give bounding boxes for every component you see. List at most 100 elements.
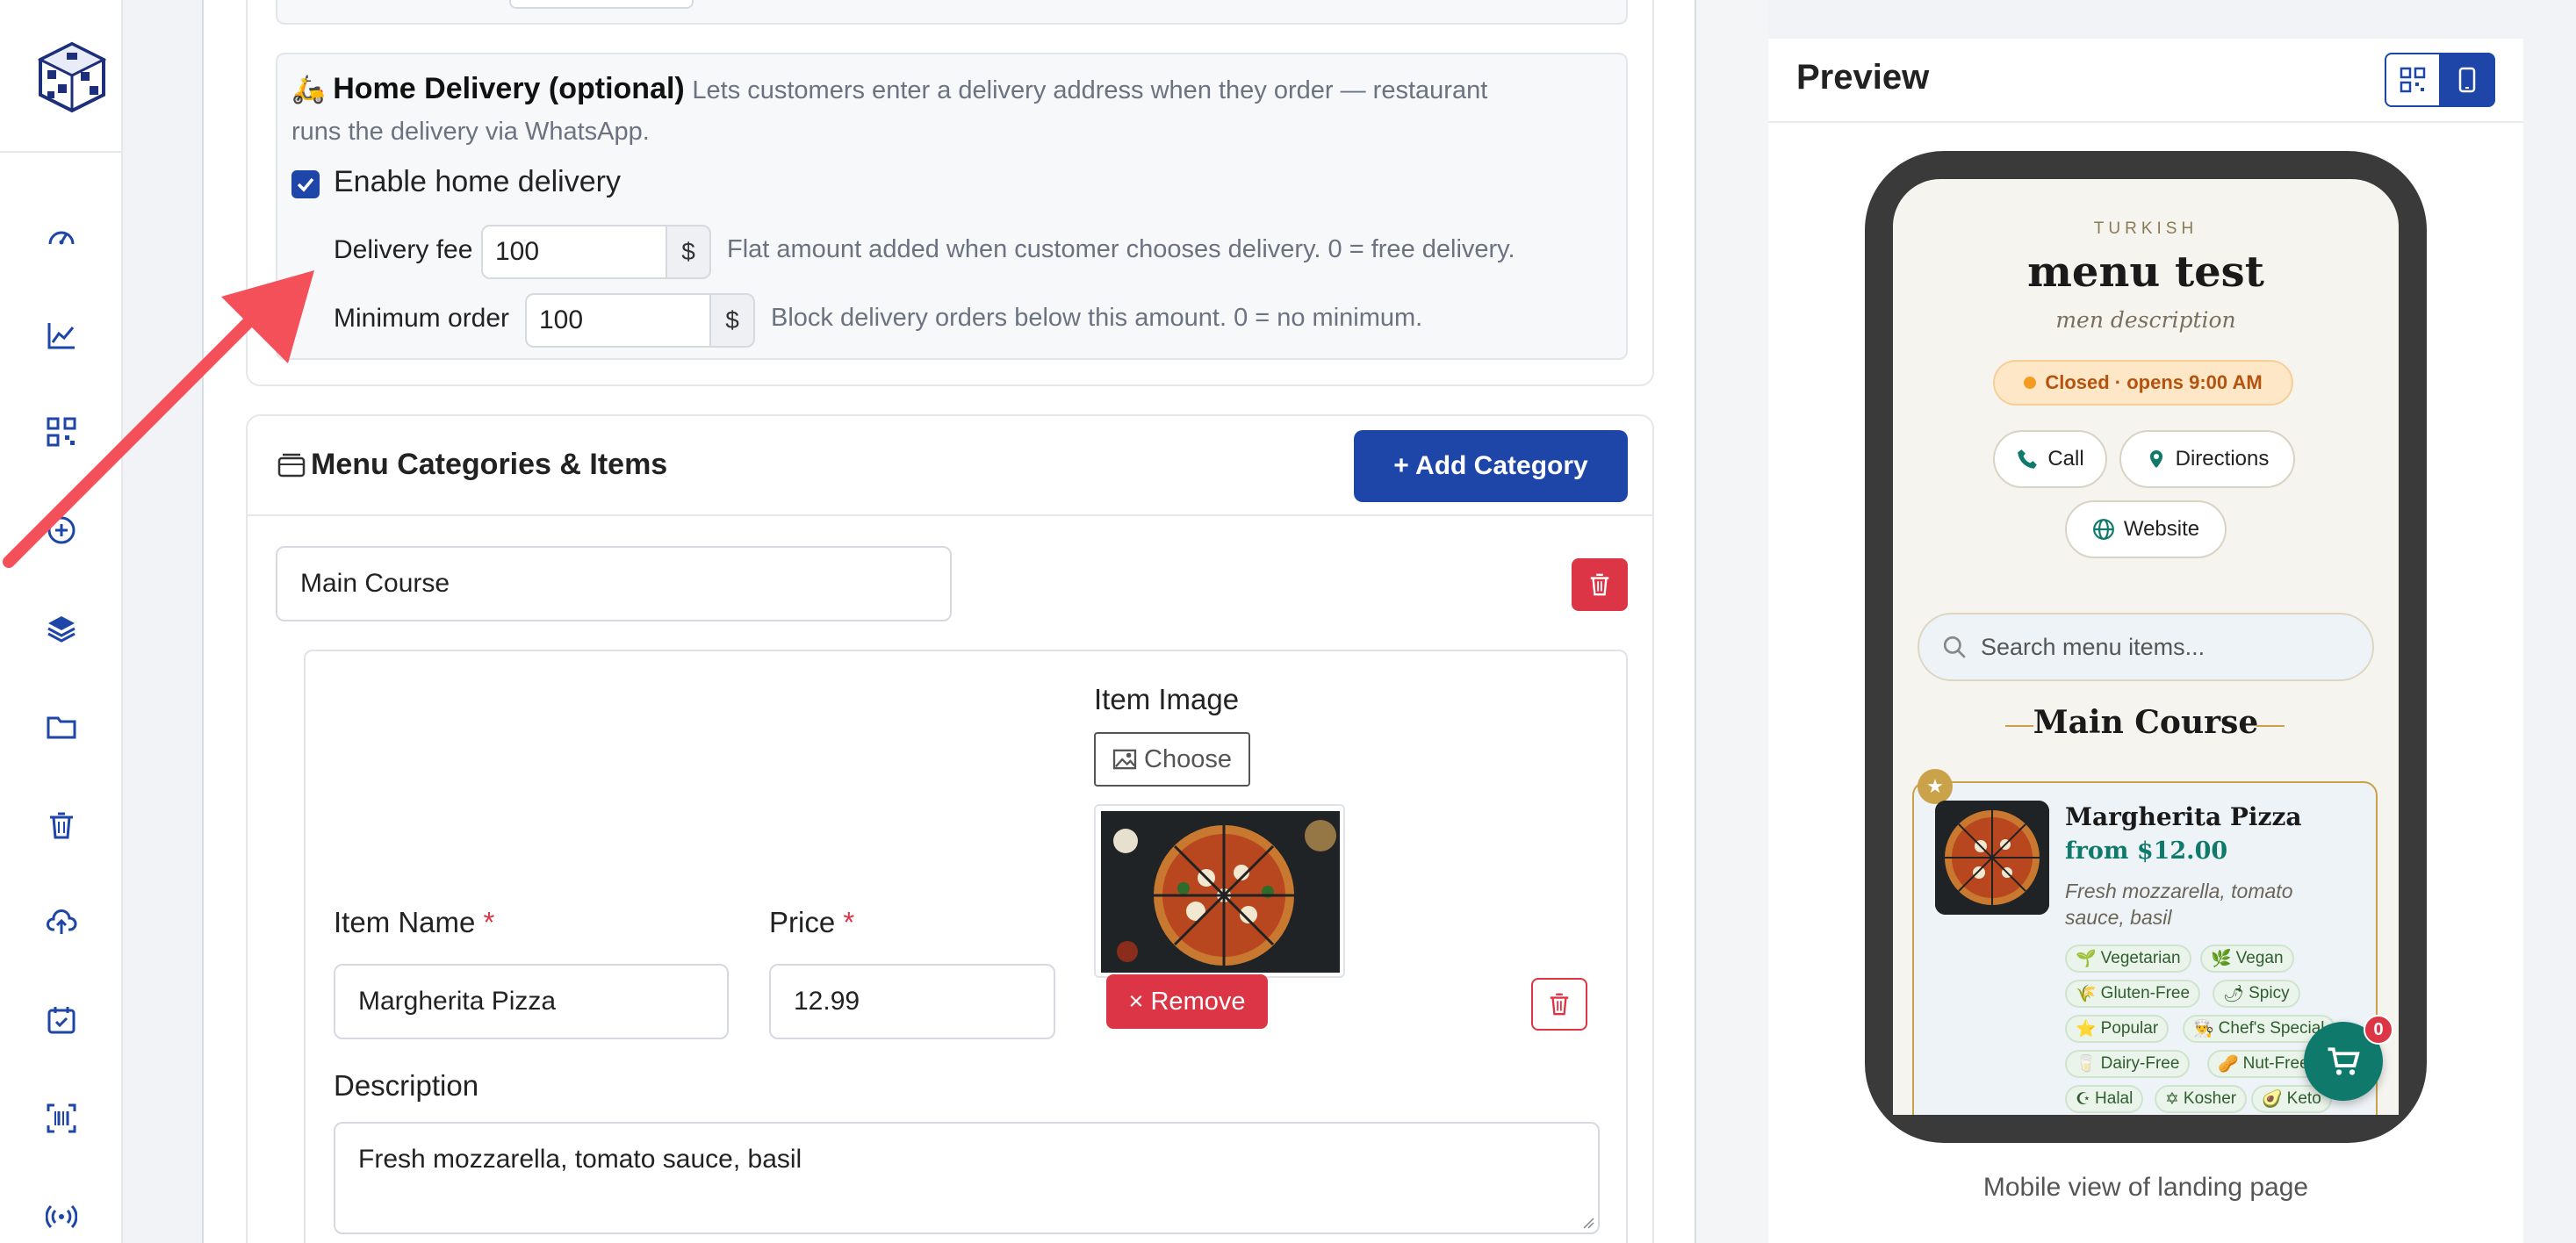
menu-categories-card: Menu Categories & Items + Add Category M… [246,414,1654,1243]
add-category-button[interactable]: + Add Category [1354,430,1628,502]
preview-header: Preview [1768,39,2523,123]
app-logo[interactable] [35,40,109,114]
home-delivery-panel: 🛵 Home Delivery (optional) Lets customer… [276,53,1628,360]
delivery-description-cont: runs the delivery via WhatsApp. [291,118,650,146]
category-name-input[interactable]: Main Course [276,546,952,622]
delete-category-button[interactable] [1572,558,1628,611]
calendar-check-icon[interactable] [39,997,84,1043]
content-gutter [123,0,204,1243]
tag-nut-free: 🥜 Nut-Free [2207,1050,2320,1078]
menu-title: menu test [2027,248,2264,297]
enable-delivery-checkbox[interactable] [291,170,320,198]
tag-kosher: ✡ Kosher [2155,1085,2248,1113]
delivery-description: Lets customers enter a delivery address … [692,76,1488,104]
price-input[interactable]: 12.99 [769,964,1055,1039]
delivery-fee-input[interactable]: 100 [481,225,667,279]
menu-editor: 🛵 Home Delivery (optional) Lets customer… [204,0,1696,1243]
image-icon [1112,749,1137,770]
sidebar-header [0,0,150,153]
item-image-thumbnail [1094,804,1345,978]
menu-description: men description [2055,307,2236,333]
choose-image-button[interactable]: Choose [1094,732,1250,787]
previous-field-input[interactable] [509,0,694,9]
tag-halal: ☪ Halal [2065,1085,2144,1113]
delivery-fee-currency: $ [666,225,711,279]
layers-icon[interactable] [39,606,84,651]
call-button[interactable]: Call [1993,430,2107,488]
trash-icon[interactable] [39,802,84,848]
mobile-view-toggle[interactable] [2439,53,2495,107]
section-divider-right [2256,725,2285,727]
minimum-order-currency: $ [709,293,755,348]
website-button[interactable]: Website [2065,500,2227,558]
preview-item-price: from $12.00 [2065,837,2228,865]
tag-vegetarian: 🌱 Vegetarian [2065,945,2191,973]
map-pin-icon [2149,450,2162,468]
preview-title: Preview [1796,58,1930,97]
required-mark: * [843,906,855,938]
item-name-input[interactable]: Margherita Pizza [334,964,729,1039]
description-textarea[interactable]: Fresh mozzarella, tomato sauce, basil [334,1122,1600,1234]
resize-handle-icon[interactable] [1580,1215,1594,1229]
dashboard-gauge-icon[interactable] [39,214,84,260]
section-heading: Main Course [2033,704,2259,741]
phone-icon [2458,67,2476,93]
previous-field-panel [276,0,1628,25]
item-name-label: Item Name * [334,906,495,938]
sidebar [0,0,150,1243]
price-label: Price * [769,906,855,938]
delete-item-button[interactable] [1531,978,1587,1031]
directions-button[interactable]: Directions [2119,430,2295,488]
remove-image-button[interactable]: × Remove [1106,974,1268,1029]
menu-section-title: Menu Categories & Items [311,448,668,481]
delivery-header: 🛵 Home Delivery (optional) Lets customer… [291,72,1487,106]
phone-icon [2018,449,2038,469]
status-badge: Closed · opens 9:00 AM [1993,360,2293,406]
trash-icon [1590,573,1609,596]
delivery-fee-label: Delivery fee [334,235,473,264]
cuisine-label: TURKISH [2093,219,2198,238]
phone-screen: TURKISH menu test men description Closed… [1893,179,2399,1115]
annotation-arrow [3,270,314,568]
settings-card: 🛵 Home Delivery (optional) Lets customer… [246,0,1654,386]
preview-item-description: Fresh mozzarella, tomato [2065,880,2293,902]
barcode-scan-icon[interactable] [39,1096,84,1141]
enable-delivery-label[interactable]: Enable home delivery [334,165,621,199]
featured-star-icon: ★ [1918,769,1953,804]
preview-item-name: Margherita Pizza [2065,802,2302,831]
menu-item-card: Item Image Choose × Remove Item Name * M… [304,650,1628,1243]
preview-caption: Mobile view of landing page [1982,1173,2309,1202]
cart-icon [2328,1047,2360,1075]
search-icon [1943,636,1966,658]
folder-icon[interactable] [39,704,84,750]
phone-frame: TURKISH menu test men description Closed… [1865,151,2427,1143]
required-mark: * [483,906,495,938]
tag-spicy: 🌶 Spicy [2213,980,2300,1008]
delivery-title: Home Delivery (optional) [333,72,685,105]
cloud-upload-icon[interactable] [39,899,84,945]
cart-count-badge: 0 [2364,1015,2393,1045]
globe-icon [2092,519,2114,540]
description-label: Description [334,1069,479,1102]
item-image-label: Item Image [1094,683,1240,715]
tag-vegan: 🌿 Vegan [2200,945,2294,973]
item-thumbnail [1935,801,2049,915]
scooter-icon: 🛵 [291,74,326,104]
broadcast-icon[interactable] [39,1194,84,1239]
tag-dairy-free: 🥛 Dairy-Free [2065,1050,2191,1078]
menu-search-input[interactable]: Search menu items... [1918,613,2374,681]
tag-gluten-free: 🌾 Gluten-Free [2065,980,2201,1008]
delivery-fee-help: Flat amount added when customer chooses … [727,235,1515,263]
minimum-order-help: Block delivery orders below this amount.… [771,304,1423,332]
tag-popular: ⭐ Popular [2065,1015,2169,1043]
minimum-order-input[interactable]: 100 [525,293,711,348]
qr-code-icon [2400,67,2426,93]
checkmark-icon [297,177,314,192]
qr-view-toggle[interactable] [2385,53,2441,107]
menu-section-header: Menu Categories & Items + Add Category [248,416,1652,516]
trash-icon [1550,993,1569,1016]
preview-panel: Preview TURKISH menu test men descriptio… [1768,39,2523,1243]
minimum-order-label: Minimum order [334,304,510,333]
preview-item-description-cont: sauce, basil [2065,906,2172,929]
panel-gap [1696,0,1768,1243]
